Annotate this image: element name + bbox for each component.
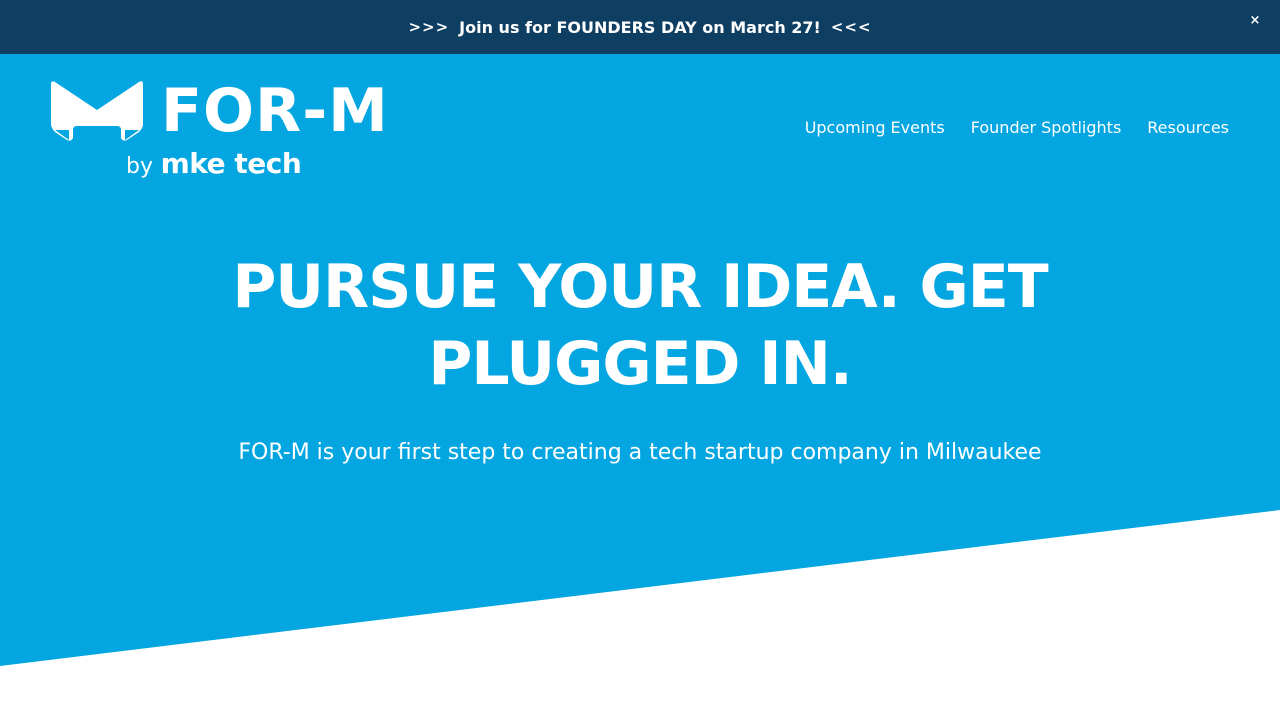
announcement-arrows-left: >>>: [408, 18, 450, 36]
page: >>> Join us for FOUNDERS DAY on March 27…: [0, 0, 1280, 720]
hero-subheadline: FOR-M is your first step to creating a t…: [238, 440, 1042, 465]
announcement-arrows-right: <<<: [830, 18, 872, 36]
close-icon[interactable]: ×: [1246, 12, 1264, 30]
m-shield-logo-icon: [51, 81, 143, 141]
logo-byline: by mke tech: [126, 147, 302, 183]
nav-item-upcoming-events[interactable]: Upcoming Events: [805, 118, 945, 137]
nav-item-founder-spotlights[interactable]: Founder Spotlights: [971, 118, 1122, 137]
logo-parent-brand: mke tech: [160, 147, 302, 180]
hero-headline-line-2: PLUGGED IN.: [428, 329, 852, 399]
logo-by-text: by: [126, 154, 153, 179]
logo-wordmark: FOR-M: [161, 76, 389, 146]
nav-item-resources[interactable]: Resources: [1147, 118, 1229, 137]
hero-section: FOR-M by mke tech Upcoming Events Founde…: [0, 54, 1280, 720]
hero-headline: PURSUE YOUR IDEA. GET PLUGGED IN.: [190, 249, 1090, 403]
main-nav: Upcoming Events Founder Spotlights Resou…: [805, 118, 1229, 137]
site-logo[interactable]: FOR-M by mke tech: [51, 76, 388, 184]
announcement-message[interactable]: Join us for FOUNDERS DAY on March 27!: [459, 18, 821, 37]
announcement-bar: >>> Join us for FOUNDERS DAY on March 27…: [0, 0, 1280, 54]
hero-headline-line-1: PURSUE YOUR IDEA. GET: [232, 252, 1048, 322]
